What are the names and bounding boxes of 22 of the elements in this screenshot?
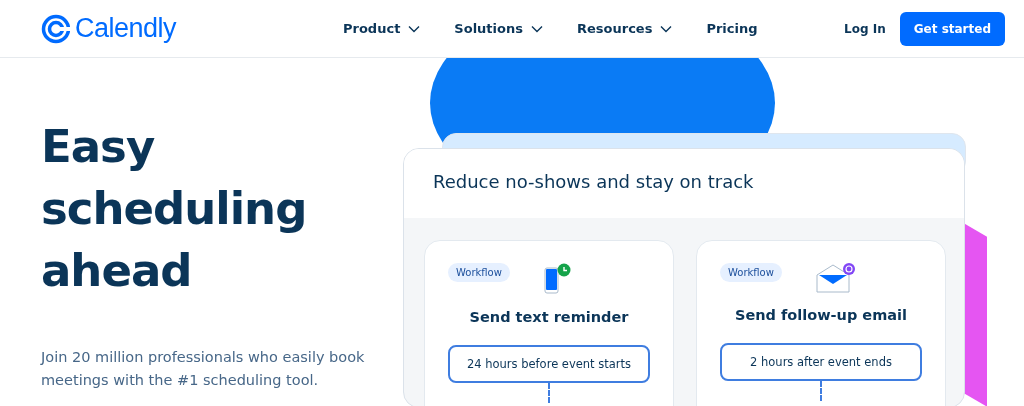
nav-link[interactable]: Solutions xyxy=(454,21,543,36)
chevron-down-icon[interactable] xyxy=(530,24,543,33)
connector-line xyxy=(820,381,822,401)
chevron-down-icon[interactable] xyxy=(408,24,421,33)
card-title: Send follow-up email xyxy=(734,307,907,323)
logo-icon[interactable] xyxy=(41,13,71,44)
get-started-button[interactable]: Get started xyxy=(899,11,1005,46)
nav-link[interactable]: Product xyxy=(343,21,421,36)
nav-link[interactable]: Resources xyxy=(576,21,673,36)
nav-link[interactable]: Pricing xyxy=(706,21,758,36)
chevron-down-icon[interactable] xyxy=(660,24,673,33)
workflow-tag: Workflow xyxy=(448,263,510,282)
brand-name[interactable]: Calendly xyxy=(75,13,177,44)
card-title: Send text reminder xyxy=(469,309,629,325)
login-link[interactable]: Log In xyxy=(844,21,886,36)
connector-line xyxy=(548,383,550,403)
hero-subtitle: Join 20 million professionals who easily book meetings with the #1 scheduling tool. xyxy=(41,348,366,390)
workflow-tag: Workflow xyxy=(720,263,782,282)
hero-heading: Easy scheduling ahead xyxy=(41,119,308,299)
trigger-box: 24 hours before event starts xyxy=(448,345,650,383)
trigger-box: 2 hours after event ends xyxy=(720,343,922,381)
panel-title: Reduce no-shows and stay on track xyxy=(404,149,964,218)
